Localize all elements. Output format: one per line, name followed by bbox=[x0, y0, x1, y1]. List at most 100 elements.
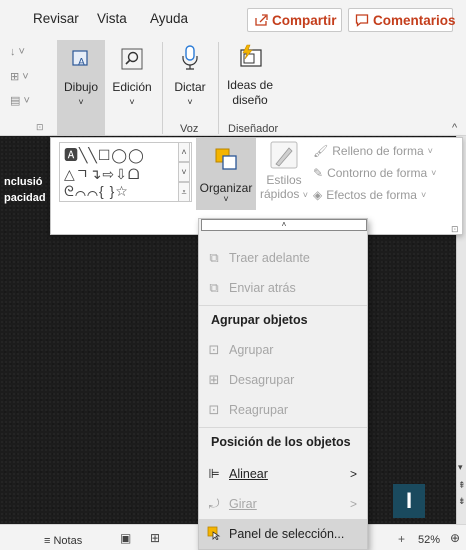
menu-item-traer-adelante[interactable]: ⧉ Traer adelante bbox=[199, 243, 367, 273]
estilos-rapidos-button[interactable]: Estilos rápidos ˅ bbox=[258, 140, 310, 202]
pen-outline-icon: ✎ bbox=[313, 166, 324, 180]
quick-styles-icon bbox=[270, 141, 298, 169]
prev-slide-icon[interactable]: ⇞ bbox=[458, 480, 466, 491]
dictar-label: Dictar bbox=[174, 80, 206, 94]
collapse-ribbon-icon[interactable]: ^ bbox=[452, 122, 457, 134]
chevron-down-icon: ˅ bbox=[129, 97, 135, 107]
comment-icon bbox=[355, 14, 369, 27]
menu-item-agrupar[interactable]: ⊡ Agrupar bbox=[199, 335, 367, 365]
svg-text:A: A bbox=[78, 57, 85, 68]
ideas-label-2: diseño bbox=[232, 93, 268, 107]
dictar-button[interactable]: Dictar ˅ bbox=[168, 40, 212, 110]
align-icon: ⊫ bbox=[208, 466, 220, 481]
shape-row-1[interactable]: 🅰╲╲☐◯◯ bbox=[64, 145, 145, 165]
share-label: Compartir bbox=[272, 12, 337, 28]
ungroup-icon: ⊞ bbox=[208, 372, 220, 387]
slide-sorter-icon[interactable]: ⊞ bbox=[150, 531, 160, 545]
desagrupar-label: Desagrupar bbox=[229, 373, 295, 387]
contorno-button[interactable]: ✎ Contorno de forma ˅ bbox=[313, 166, 436, 180]
notes-icon: ≡ bbox=[44, 535, 51, 547]
share-icon bbox=[255, 14, 268, 26]
slide-text-line-2: pacidad bbox=[4, 192, 46, 204]
shape-effects-icon: ◈ bbox=[313, 188, 323, 202]
menu-item-desagrupar[interactable]: ⊞ Desagrupar bbox=[199, 365, 367, 395]
gallery-more-icon[interactable]: ⩡ bbox=[178, 182, 190, 202]
posicion-header: Posición de los objetos bbox=[211, 435, 351, 449]
group-label-disenador: Diseñador bbox=[228, 123, 279, 135]
arrange-icon bbox=[215, 148, 237, 170]
slide-logo: I bbox=[393, 484, 425, 518]
chevron-down-icon: ˅ bbox=[427, 146, 433, 156]
launcher-icon[interactable]: ⊡ bbox=[451, 224, 459, 235]
menu-item-enviar-atras[interactable]: ⧉ Enviar atrás bbox=[199, 273, 367, 303]
girar-label: Girar bbox=[229, 497, 257, 511]
gallery-scroll-up-icon[interactable]: ˄ bbox=[178, 142, 190, 162]
shape-row-2[interactable]: △ㄱ↴⇨⇩ᗝ bbox=[64, 164, 140, 184]
tab-revisar[interactable]: Revisar bbox=[33, 11, 79, 26]
paint-bucket-icon: 🖌 bbox=[313, 144, 329, 158]
ribbon-separator bbox=[218, 42, 219, 134]
group-icon: ⊡ bbox=[208, 342, 220, 357]
share-button[interactable]: Compartir bbox=[247, 8, 342, 32]
scroll-down-icon[interactable]: ▾ bbox=[458, 462, 463, 473]
edicion-button[interactable]: Edición ˅ bbox=[110, 40, 154, 110]
shape-row-3[interactable]: ᘓ⌒⌒{ }☆ bbox=[64, 183, 129, 200]
menu-item-reagrupar[interactable]: ⊡ Reagrupar bbox=[199, 395, 367, 425]
draw-shape-icon: A bbox=[72, 50, 88, 68]
gallery-scroll-down-icon[interactable]: ˅ bbox=[178, 162, 190, 182]
menu-item-alinear[interactable]: ⊫ Alinear > bbox=[199, 459, 367, 489]
notes-button[interactable]: ≡ Notas bbox=[44, 535, 82, 547]
chevron-down-icon: ˅ bbox=[187, 97, 193, 107]
shape-gallery[interactable]: 🅰╲╲☐◯◯ △ㄱ↴⇨⇩ᗝ ᘓ⌒⌒{ }☆ bbox=[59, 142, 192, 202]
ideas-diseno-button[interactable]: Ideas de diseño bbox=[222, 40, 278, 108]
estilos-label-1: Estilos bbox=[266, 173, 302, 187]
tab-ayuda[interactable]: Ayuda bbox=[150, 11, 188, 26]
chevron-down-icon: ˅ bbox=[78, 97, 84, 107]
menu-item-panel-seleccion[interactable]: Panel de selección... bbox=[199, 519, 367, 549]
notes-label: Notas bbox=[53, 535, 83, 547]
normal-view-icon[interactable]: ▣ bbox=[120, 531, 131, 545]
menu-item-girar[interactable]: ⤾ Girar > bbox=[199, 489, 367, 519]
dibujo-button[interactable]: A Dibujo ˅ bbox=[57, 40, 105, 136]
relleno-button[interactable]: 🖌 Relleno de forma ˅ bbox=[313, 144, 433, 158]
organizar-label: Organizar bbox=[199, 181, 253, 195]
chevron-right-icon: > bbox=[349, 467, 357, 481]
tab-vista[interactable]: Vista bbox=[97, 11, 127, 26]
format-icon[interactable]: ▤ ˅ bbox=[10, 94, 30, 107]
zoom-in-icon[interactable]: + bbox=[398, 532, 405, 546]
agrupar-header: Agrupar objetos bbox=[211, 313, 308, 327]
chevron-down-icon: ˅ bbox=[302, 190, 308, 200]
enviar-atras-label: Enviar atrás bbox=[229, 281, 296, 295]
menu-bar: Revisar Vista Ayuda Compartir Comentario… bbox=[0, 0, 466, 38]
slide-text-line-1: nclusió bbox=[4, 176, 43, 188]
ideas-label-1: Ideas de bbox=[226, 78, 274, 92]
sort-icon[interactable]: ↓ ˅ bbox=[10, 46, 25, 58]
next-slide-icon[interactable]: ⇟ bbox=[458, 496, 466, 507]
chevron-up-icon: ˄ bbox=[281, 220, 287, 229]
menu-separator bbox=[199, 427, 367, 428]
design-ideas-icon bbox=[240, 44, 262, 67]
efectos-button[interactable]: ◈ Efectos de forma ˅ bbox=[313, 188, 426, 202]
group-label-voz: Voz bbox=[180, 123, 199, 135]
chevron-down-icon: ˅ bbox=[420, 190, 427, 200]
rotate-icon: ⤾ bbox=[208, 496, 220, 511]
relleno-label: Relleno de forma bbox=[332, 144, 424, 158]
ribbon: ↓ ˅ ⊞ ˅ ▤ ˅ ⊡ A Dibujo ˅ Edición ˅ Dicta… bbox=[0, 38, 466, 136]
dibujo-label: Dibujo bbox=[63, 80, 99, 94]
ribbon-separator bbox=[162, 42, 163, 134]
comments-button[interactable]: Comentarios bbox=[348, 8, 456, 32]
menu-collapse-bar[interactable]: ˄ bbox=[201, 219, 367, 231]
zoom-level[interactable]: 52% bbox=[418, 534, 440, 546]
table-icon[interactable]: ⊞ ˅ bbox=[10, 70, 29, 83]
launcher-icon[interactable]: ⊡ bbox=[36, 122, 44, 133]
traer-adelante-label: Traer adelante bbox=[229, 251, 310, 265]
chevron-right-icon: > bbox=[349, 497, 357, 511]
regroup-icon: ⊡ bbox=[208, 402, 220, 417]
chevron-down-icon: ˅ bbox=[223, 194, 229, 204]
organizar-button[interactable]: Organizar ˅ bbox=[196, 138, 256, 210]
fit-slide-icon[interactable]: ⊕ bbox=[450, 531, 460, 545]
bring-forward-icon: ⧉ bbox=[209, 250, 219, 265]
alinear-label: Alinear bbox=[229, 467, 268, 481]
reagrupar-label: Reagrupar bbox=[229, 403, 289, 417]
chevron-down-icon: ˅ bbox=[431, 168, 437, 178]
